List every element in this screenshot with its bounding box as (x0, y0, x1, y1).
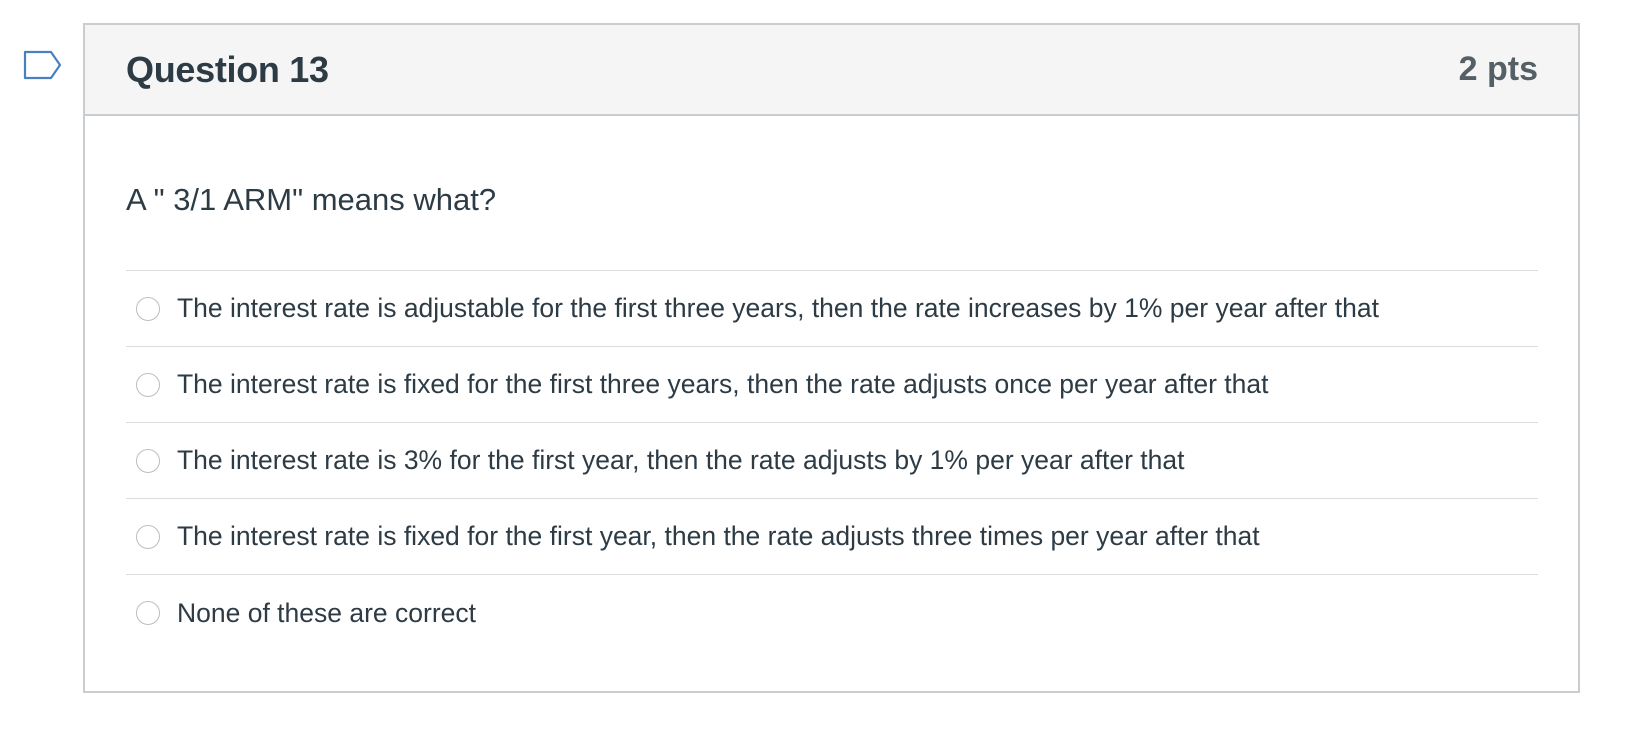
question-body: A " 3/1 ARM" means what? The interest ra… (85, 180, 1578, 651)
answer-label: The interest rate is 3% for the first ye… (177, 445, 1185, 475)
radio-button[interactable] (136, 448, 160, 473)
question-header: Question 13 2 pts (85, 25, 1578, 116)
quiz-page: Question 13 2 pts A " 3/1 ARM" means wha… (0, 0, 1644, 732)
radio-button[interactable] (136, 524, 160, 549)
answer-option[interactable]: The interest rate is fixed for the first… (126, 499, 1538, 575)
answer-option[interactable]: The interest rate is adjustable for the … (126, 271, 1538, 347)
bookmark-flag-icon (23, 50, 62, 80)
answer-option[interactable]: The interest rate is 3% for the first ye… (126, 423, 1538, 499)
question-card: Question 13 2 pts A " 3/1 ARM" means wha… (83, 23, 1580, 693)
answer-option[interactable]: None of these are correct (126, 575, 1538, 651)
radio-button[interactable] (136, 296, 160, 321)
answer-option[interactable]: The interest rate is fixed for the first… (126, 347, 1538, 423)
radio-button[interactable] (136, 601, 160, 625)
answer-label: None of these are correct (177, 597, 477, 628)
answer-label: The interest rate is fixed for the first… (177, 369, 1269, 399)
radio-button[interactable] (136, 372, 160, 397)
answer-list: The interest rate is adjustable for the … (126, 270, 1538, 651)
question-title: Question 13 (126, 48, 329, 90)
question-text: A " 3/1 ARM" means what? (126, 182, 497, 217)
flag-question-button[interactable] (23, 50, 63, 84)
answer-label: The interest rate is adjustable for the … (177, 293, 1379, 323)
question-points: 2 pts (1458, 50, 1538, 88)
answer-label: The interest rate is fixed for the first… (177, 521, 1260, 551)
